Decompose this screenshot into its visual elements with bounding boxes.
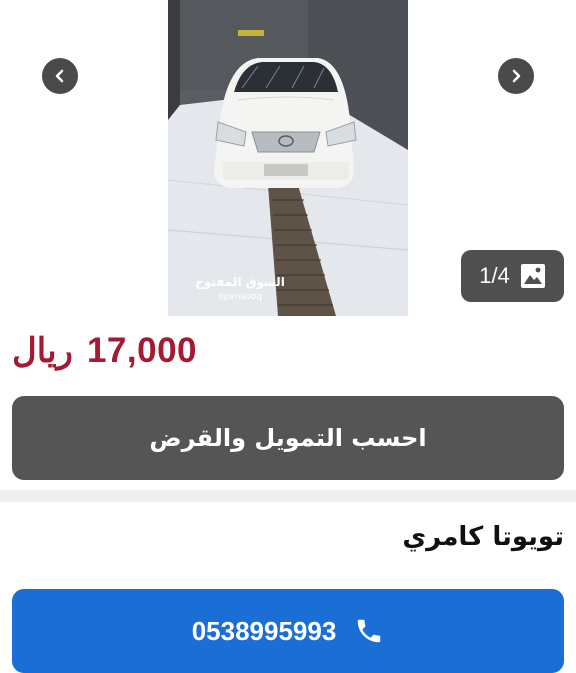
car-photo[interactable]: السوق المفتوح opensooq — [168, 0, 408, 316]
price: ريال 17,000 — [12, 326, 197, 376]
chevron-right-icon — [512, 69, 521, 83]
section-divider — [0, 490, 576, 502]
watermark-en: opensooq — [218, 292, 262, 302]
finance-calculator-button[interactable]: احسب التمويل والقرض — [12, 396, 564, 480]
price-currency: ريال — [12, 332, 73, 370]
price-value: 17,000 — [86, 331, 198, 370]
photo-counter[interactable]: 1/4 — [461, 250, 564, 302]
previous-photo-button[interactable] — [42, 58, 78, 94]
listing-title: تويوتا كامري — [402, 522, 564, 552]
chevron-left-icon — [55, 69, 64, 83]
finance-calculator-label: احسب التمويل والقرض — [149, 424, 427, 452]
photo-counter-text: 1/4 — [479, 263, 510, 288]
call-button[interactable]: 0538995993 — [12, 589, 564, 673]
photo-gallery[interactable]: السوق المفتوح opensooq 1/4 — [0, 0, 576, 316]
image-icon — [520, 264, 545, 288]
car-photo-illustration: السوق المفتوح opensooq — [168, 0, 408, 316]
next-photo-button[interactable] — [498, 58, 534, 94]
watermark-ar: السوق المفتوح — [195, 275, 285, 290]
phone-number: 0538995993 — [191, 615, 337, 646]
phone-icon — [358, 619, 381, 643]
